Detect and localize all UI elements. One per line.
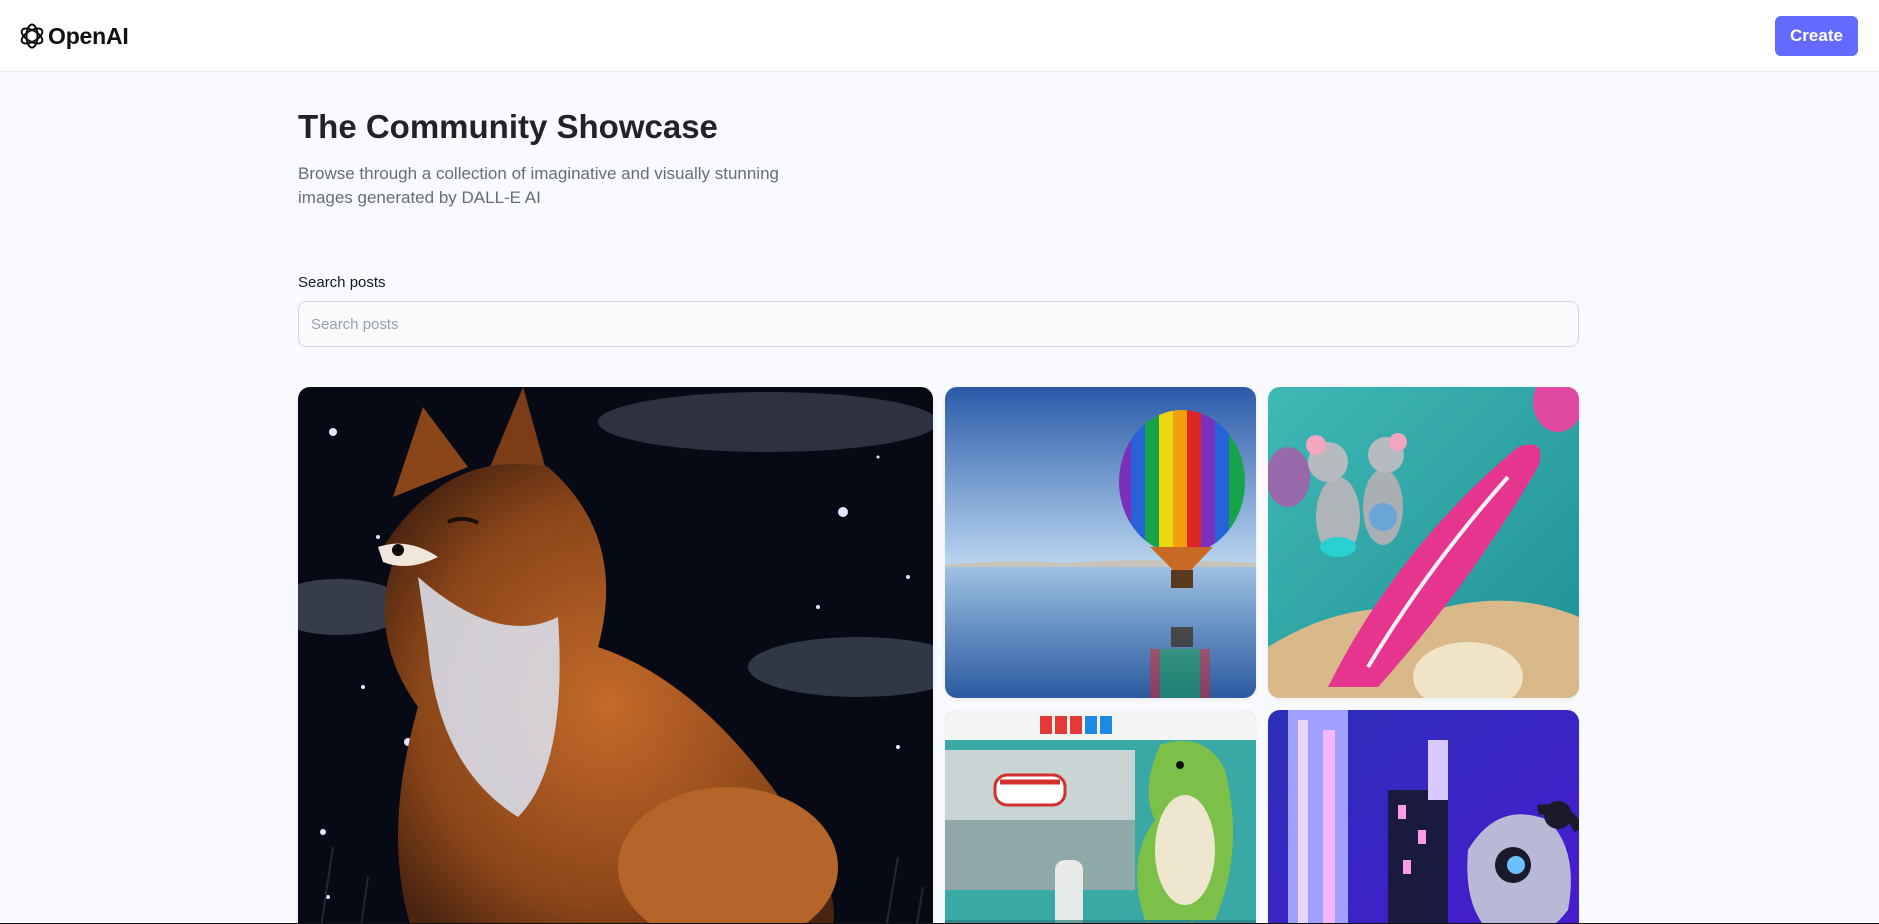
- page-title: The Community Showcase: [298, 108, 718, 145]
- search-input[interactable]: [298, 301, 1579, 347]
- robot-neon-city-image[interactable]: [1268, 710, 1579, 924]
- search-label: Search posts: [298, 274, 386, 291]
- hot-air-balloon-image[interactable]: [945, 387, 1256, 698]
- openai-logo-icon: [20, 23, 44, 49]
- logo-text: OpenAI: [48, 22, 129, 49]
- fox-painting-image[interactable]: [298, 387, 933, 924]
- mice-surfboard-image[interactable]: [1268, 387, 1579, 698]
- openai-logo[interactable]: OpenAI: [18, 20, 129, 52]
- top-navbar: OpenAI Create: [0, 0, 1879, 72]
- create-button[interactable]: Create: [1775, 16, 1858, 56]
- dinosaur-toy-image[interactable]: [945, 710, 1256, 924]
- page-subtitle: Browse through a collection of imaginati…: [298, 164, 779, 207]
